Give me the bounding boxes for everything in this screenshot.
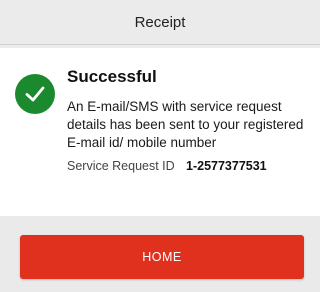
receipt-card: Successful An E-mail/SMS with service re… — [0, 48, 320, 216]
status-message: An E-mail/SMS with service request detai… — [67, 99, 304, 150]
page-title: Receipt — [134, 13, 186, 31]
check-mark-glyph — [25, 86, 45, 102]
footer-bar: HOME — [0, 216, 320, 292]
service-request-id: 1-2577377531 — [186, 159, 267, 173]
app-header: Receipt — [0, 0, 320, 45]
status-title: Successful — [67, 67, 157, 86]
check-circle-icon — [15, 74, 55, 114]
service-request-label: Service Request ID — [67, 159, 175, 173]
home-button[interactable]: HOME — [20, 235, 304, 279]
